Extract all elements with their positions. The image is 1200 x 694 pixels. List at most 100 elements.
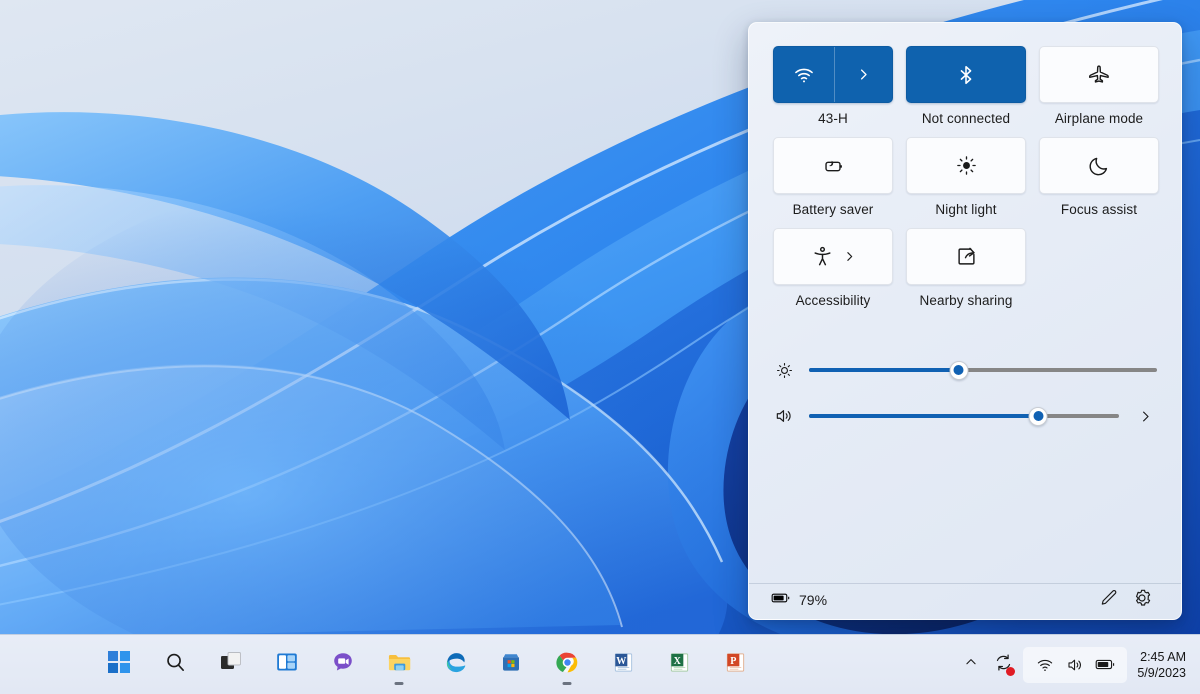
- taskbar-item-chat[interactable]: [320, 642, 366, 688]
- tile-row: 43-H Not connected: [773, 46, 1157, 126]
- taskbar-item-word[interactable]: W: [600, 642, 646, 688]
- settings-button[interactable]: [1125, 585, 1159, 615]
- tile-cell-empty: [1039, 228, 1157, 308]
- taskbar-item-edge[interactable]: [432, 642, 478, 688]
- taskbar-item-chrome[interactable]: [544, 642, 590, 688]
- tile-cell-night-light: Night light: [906, 137, 1026, 217]
- running-indicator: [563, 682, 572, 685]
- tile-row: Accessibility Nearby sharing: [773, 228, 1157, 308]
- nearby-sharing-tile[interactable]: [906, 228, 1026, 285]
- taskbar-item-task-view[interactable]: [208, 642, 254, 688]
- battery-status[interactable]: 79%: [771, 591, 827, 610]
- airplane-icon: [1088, 63, 1111, 86]
- night-light-tile-label: Night light: [935, 202, 996, 217]
- tile-cell-battery-saver: Battery saver: [773, 137, 893, 217]
- taskbar-item-search[interactable]: [152, 642, 198, 688]
- volume-slider-fill: [809, 414, 1038, 418]
- battery-percent-label: 79%: [799, 592, 827, 608]
- wifi-tile-label: 43-H: [818, 111, 848, 126]
- tile-row: Battery saver Night light: [773, 137, 1157, 217]
- sun-icon: [955, 154, 978, 177]
- volume-slider-row: [773, 393, 1157, 439]
- windows-logo-icon: [107, 650, 131, 679]
- chevron-up-icon: [964, 655, 978, 674]
- night-light-tile[interactable]: [906, 137, 1026, 194]
- brightness-slider[interactable]: [809, 360, 1157, 380]
- powerpoint-icon: P: [724, 651, 747, 679]
- battery-saver-tile-label: Battery saver: [793, 202, 874, 217]
- quick-settings-footer: 79%: [749, 581, 1181, 619]
- taskbar-item-start[interactable]: [96, 642, 142, 688]
- brightness-slider-thumb[interactable]: [949, 361, 968, 380]
- update-badge: [1006, 667, 1015, 676]
- tray-battery-icon: [1091, 652, 1119, 678]
- airplane-mode-tile-label: Airplane mode: [1055, 111, 1143, 126]
- taskbar-item-store[interactable]: [488, 642, 534, 688]
- system-tray: 2:45 AM 5/9/2023: [956, 645, 1190, 685]
- brightness-slider-row: [773, 347, 1157, 393]
- store-icon: [499, 650, 523, 679]
- taskbar-item-file-explorer[interactable]: [376, 642, 422, 688]
- focus-assist-tile[interactable]: [1039, 137, 1159, 194]
- quick-settings-tiles: 43-H Not connected: [749, 23, 1181, 308]
- tile-cell-bluetooth: Not connected: [906, 46, 1026, 126]
- accessibility-tile-label: Accessibility: [796, 293, 871, 308]
- airplane-mode-tile[interactable]: [1039, 46, 1159, 103]
- volume-slider[interactable]: [809, 406, 1119, 426]
- edit-quick-settings-button[interactable]: [1091, 585, 1125, 615]
- pencil-icon: [1099, 588, 1118, 612]
- bluetooth-tile-label: Not connected: [922, 111, 1010, 126]
- chevron-right-icon: [843, 250, 856, 263]
- svg-text:X: X: [673, 655, 681, 666]
- accessibility-tile[interactable]: [773, 228, 893, 285]
- tile-cell-wifi: 43-H: [773, 46, 893, 126]
- tray-update-button[interactable]: [986, 645, 1020, 685]
- folder-icon: [387, 650, 412, 680]
- task-view-icon: [219, 650, 243, 679]
- clock-date: 5/9/2023: [1137, 665, 1186, 681]
- quick-settings-tray-button[interactable]: [1023, 647, 1127, 683]
- brightness-icon: [773, 361, 795, 380]
- wifi-expand-button[interactable]: [835, 47, 892, 102]
- tile-cell-nearby-sharing: Nearby sharing: [906, 228, 1026, 308]
- taskbar[interactable]: W X P: [0, 634, 1200, 694]
- tile-cell-focus-assist: Focus assist: [1039, 137, 1159, 217]
- battery-saver-icon: [820, 153, 846, 179]
- wifi-tile[interactable]: [773, 46, 893, 103]
- taskbar-item-excel[interactable]: X: [656, 642, 702, 688]
- search-icon: [164, 651, 187, 679]
- volume-slider-thumb[interactable]: [1029, 407, 1048, 426]
- bluetooth-tile[interactable]: [906, 46, 1026, 103]
- battery-icon: [771, 591, 791, 610]
- taskbar-clock[interactable]: 2:45 AM 5/9/2023: [1137, 649, 1186, 681]
- tile-cell-airplane-mode: Airplane mode: [1039, 46, 1159, 126]
- volume-icon: [773, 406, 795, 426]
- tray-expand-button[interactable]: [956, 645, 986, 685]
- taskbar-item-powerpoint[interactable]: P: [712, 642, 758, 688]
- wifi-toggle-button[interactable]: [774, 47, 834, 102]
- brightness-slider-fill: [809, 368, 959, 372]
- tile-cell-accessibility: Accessibility: [773, 228, 893, 308]
- tray-wifi-icon: [1031, 652, 1059, 678]
- battery-saver-tile[interactable]: [773, 137, 893, 194]
- bluetooth-icon: [955, 64, 977, 86]
- moon-icon: [1088, 154, 1111, 177]
- nearby-sharing-tile-label: Nearby sharing: [920, 293, 1013, 308]
- gear-icon: [1132, 588, 1152, 613]
- word-icon: W: [612, 651, 635, 679]
- clock-time: 2:45 AM: [1140, 649, 1186, 665]
- running-indicator: [395, 682, 404, 685]
- taskbar-item-widgets[interactable]: [264, 642, 310, 688]
- quick-settings-sliders: [749, 319, 1181, 439]
- taskbar-items: W X P: [96, 642, 758, 688]
- chrome-icon: [555, 650, 580, 680]
- tray-volume-icon: [1061, 652, 1089, 678]
- wifi-icon: [793, 64, 815, 86]
- excel-icon: X: [668, 651, 691, 679]
- quick-settings-panel[interactable]: 43-H Not connected: [748, 22, 1182, 620]
- share-icon: [955, 245, 978, 268]
- accessibility-icon: [811, 245, 834, 268]
- widgets-icon: [275, 650, 299, 679]
- volume-expand-button[interactable]: [1133, 409, 1157, 424]
- svg-text:P: P: [730, 655, 736, 666]
